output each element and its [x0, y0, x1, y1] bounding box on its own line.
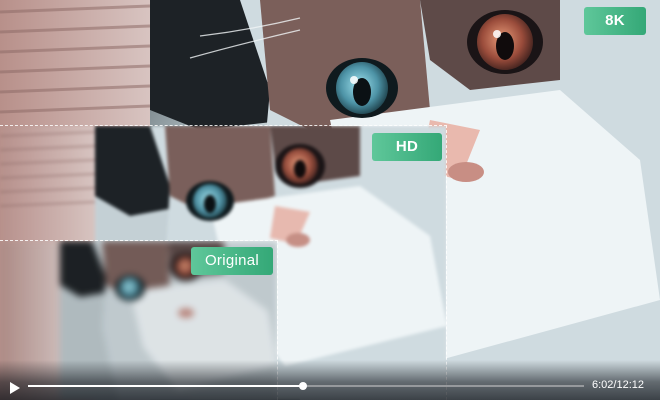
playback-controls: 6:02/12:12: [0, 360, 660, 400]
current-time: 6:02: [592, 379, 614, 391]
resolution-badge-hd: HD: [372, 133, 442, 161]
progress-thumb[interactable]: [298, 382, 307, 390]
play-button[interactable]: [9, 381, 21, 394]
progress-fill: [28, 385, 303, 387]
time-display: 6:02/12:12: [592, 379, 644, 391]
total-time: 12:12: [616, 379, 645, 391]
progress-track[interactable]: [28, 382, 584, 390]
resolution-badge-8k: 8K: [584, 7, 646, 35]
video-player[interactable]: 8K HD Original 6:02/12:12: [0, 0, 660, 400]
play-icon: [10, 382, 20, 394]
resolution-badge-original: Original: [191, 247, 273, 275]
